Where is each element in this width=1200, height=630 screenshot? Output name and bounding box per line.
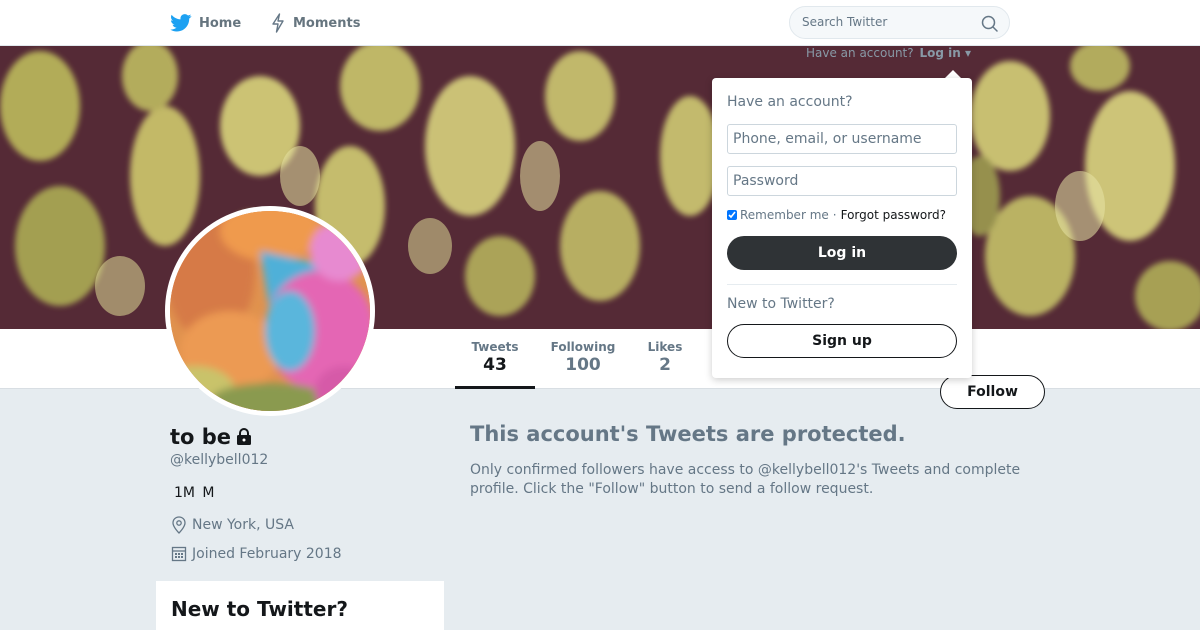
login-dropdown-heading: Have an account? <box>727 94 853 110</box>
signup-module-title: New to Twitter? <box>171 597 348 621</box>
stat-following[interactable]: Following 100 <box>545 340 621 375</box>
login-link-label: Log in <box>919 46 961 60</box>
follow-button[interactable]: Follow <box>940 375 1045 409</box>
nav-moments[interactable]: Moments <box>270 12 360 34</box>
divider <box>727 284 957 285</box>
stat-value: 43 <box>483 355 507 375</box>
password-field[interactable] <box>727 166 957 196</box>
profile-name-text: to be <box>170 425 232 449</box>
search-icon[interactable] <box>981 15 998 32</box>
stat-value: 100 <box>565 355 601 375</box>
twitter-bird-icon <box>170 14 192 32</box>
lock-icon <box>237 428 252 445</box>
stat-label: Likes <box>647 340 683 354</box>
nav-home-label: Home <box>199 15 242 31</box>
chevron-down-icon: ▾ <box>960 46 971 60</box>
stat-value: 2 <box>659 355 671 375</box>
stat-label: Following <box>550 340 616 354</box>
search-input[interactable] <box>802 15 972 29</box>
nav-home[interactable]: Home <box>170 12 241 34</box>
remember-row: Remember me · Forgot password? <box>727 208 946 222</box>
login-button[interactable]: Log in <box>727 236 957 270</box>
username-field[interactable] <box>727 124 957 154</box>
login-dropdown-toggle[interactable]: Log in ▾ <box>919 46 971 60</box>
signup-module: New to Twitter? <box>156 581 444 630</box>
lightning-icon <box>272 13 284 33</box>
profile-location: New York, USA <box>171 516 294 534</box>
remember-me-checkbox[interactable] <box>727 210 737 220</box>
stat-label: Tweets <box>471 340 519 354</box>
profile-name: to be <box>170 425 253 449</box>
stat-tweets[interactable]: Tweets 43 <box>455 340 535 389</box>
nav-moments-label: Moments <box>293 15 361 31</box>
calendar-icon <box>171 546 187 562</box>
protected-title: This account's Tweets are protected. <box>470 422 906 446</box>
avatar[interactable] <box>165 206 375 416</box>
stat-likes[interactable]: Likes 2 <box>640 340 690 375</box>
profile-joined: Joined February 2018 <box>171 545 342 562</box>
profile-bio: 1M M <box>174 485 215 501</box>
avatar-image <box>170 211 370 411</box>
new-to-twitter-text: New to Twitter? <box>727 296 835 312</box>
login-dropdown: Have an account? Remember me · Forgot pa… <box>712 78 972 378</box>
location-text: New York, USA <box>192 517 294 533</box>
profile-handle: @kellybell012 <box>170 452 269 468</box>
banner-login-prompt: Have an account? Log in ▾ <box>806 46 971 60</box>
forgot-password-link[interactable]: Forgot password? <box>841 208 946 222</box>
separator: · <box>832 208 837 222</box>
location-pin-icon <box>172 516 186 534</box>
signup-button[interactable]: Sign up <box>727 324 957 358</box>
have-account-text: Have an account? <box>806 46 914 60</box>
protected-body: Only confirmed followers have access to … <box>470 462 1021 497</box>
top-navbar: Home Moments <box>0 0 1200 46</box>
remember-me-label: Remember me <box>740 208 829 222</box>
joined-text: Joined February 2018 <box>192 545 342 562</box>
search-box <box>789 6 1010 39</box>
